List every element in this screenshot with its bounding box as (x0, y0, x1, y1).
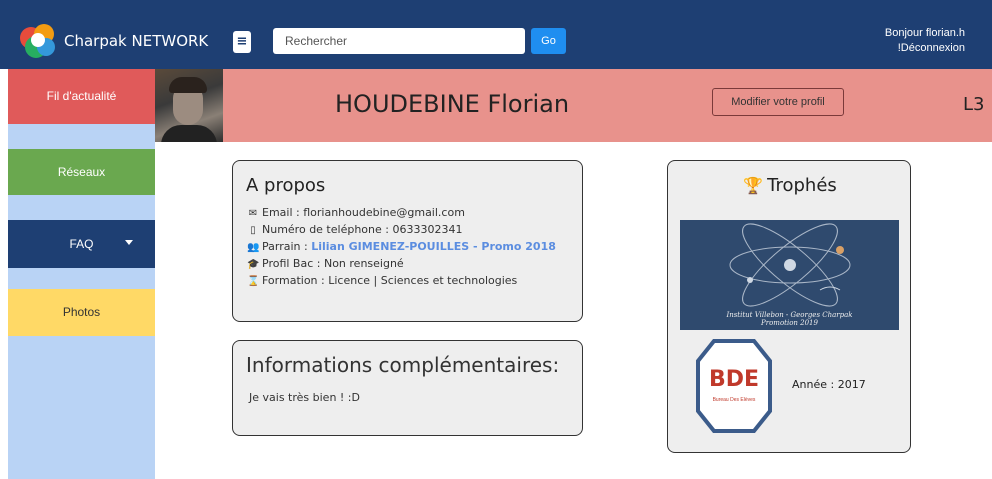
profile-name: HOUDEBINE Florian (335, 90, 570, 118)
sidebar: Fil d'actualité Réseaux FAQ Photos (8, 69, 155, 479)
go-button[interactable]: Go (531, 28, 566, 54)
trophies-title: Trophés (767, 175, 837, 196)
profile-level: L3 (963, 94, 985, 115)
trophy-year: Année : 2017 (792, 378, 866, 391)
greeting-text: Bonjour florian.h (884, 27, 965, 39)
formation-line: ⌛ Formation : Licence | Sciences et techn… (247, 274, 517, 287)
edit-profile-button[interactable]: Modifier votre profil (712, 88, 844, 116)
extra-info-text: Je vais très bien ! :D (249, 391, 360, 404)
brand-name: Charpak NETWORK (64, 32, 209, 50)
charpak-logo (18, 20, 58, 60)
phone-text: Numéro de teléphone : 0633302341 (262, 223, 463, 236)
bde-logo-subtext: Bureau Des Elèves (712, 397, 756, 403)
caret-down-icon (125, 240, 133, 245)
banner-caption: Institut Villebon - Georges Charpak Prom… (726, 311, 853, 327)
promotion-banner-image: Institut Villebon - Georges Charpak Prom… (680, 220, 899, 330)
extra-info-card: Informations complémentaires: Je vais tr… (232, 340, 583, 436)
sidebar-item-faq-label: FAQ (69, 237, 94, 251)
trophy-icon: 🏆 (743, 176, 764, 195)
about-card: A propos ✉ Email : florianhoudebine@gmail… (232, 160, 583, 322)
bac-line: 🎓 Profil Bac : Non renseigné (247, 257, 404, 270)
email-text: Email : florianhoudebine@gmail.com (262, 206, 465, 219)
profile-avatar (155, 69, 223, 142)
bac-text: Profil Bac : Non renseigné (262, 257, 404, 270)
brand-link[interactable]: Charpak NETWORK (18, 22, 208, 60)
about-title: A propos (246, 175, 326, 196)
sidebar-item-faq[interactable]: FAQ (8, 220, 155, 268)
sidebar-item-photos[interactable]: Photos (8, 289, 155, 336)
phone-line: ▯ Numéro de teléphone : 0633302341 (247, 223, 462, 236)
trophies-card: 🏆 Trophés Institut Villebon - Georges Cha… (667, 160, 911, 453)
extra-info-title: Informations complémentaires: (246, 353, 560, 377)
logout-link[interactable]: !Déconnexion (885, 41, 965, 56)
trophies-heading: 🏆 Trophés (668, 175, 912, 196)
sidebar-item-networks[interactable]: Réseaux (8, 149, 155, 195)
sponsor-label: Parrain : (262, 240, 312, 253)
bde-logo-text: BDE (708, 367, 760, 392)
sidebar-item-feed[interactable]: Fil d'actualité (8, 69, 155, 124)
graduation-cap-icon: 🎓 (247, 259, 260, 270)
profile-banner (155, 69, 992, 142)
mobile-phone-icon: ▯ (250, 225, 256, 236)
users-icon: 👥 (247, 242, 260, 253)
user-greeting: Bonjour florian.h !Déconnexion (885, 26, 965, 56)
sponsor-line: 👥 Parrain : Lilian GIMENEZ-POUILLES - Pro… (247, 240, 556, 253)
email-line: ✉ Email : florianhoudebine@gmail.com (247, 206, 465, 219)
formation-text: Formation : Licence | Sciences et techno… (262, 274, 518, 287)
document-icon[interactable]: ≡ (233, 31, 251, 53)
sponsor-link[interactable]: Lilian GIMENEZ-POUILLES - Promo 2018 (311, 240, 556, 253)
bde-badge: BDE Bureau Des Elèves (696, 339, 772, 433)
top-navbar: Charpak NETWORK ≡ Go Bonjour florian.h !… (0, 0, 992, 69)
search-input[interactable] (273, 28, 525, 54)
envelope-icon: ✉ (248, 208, 258, 219)
hourglass-icon: ⌛ (247, 276, 260, 287)
